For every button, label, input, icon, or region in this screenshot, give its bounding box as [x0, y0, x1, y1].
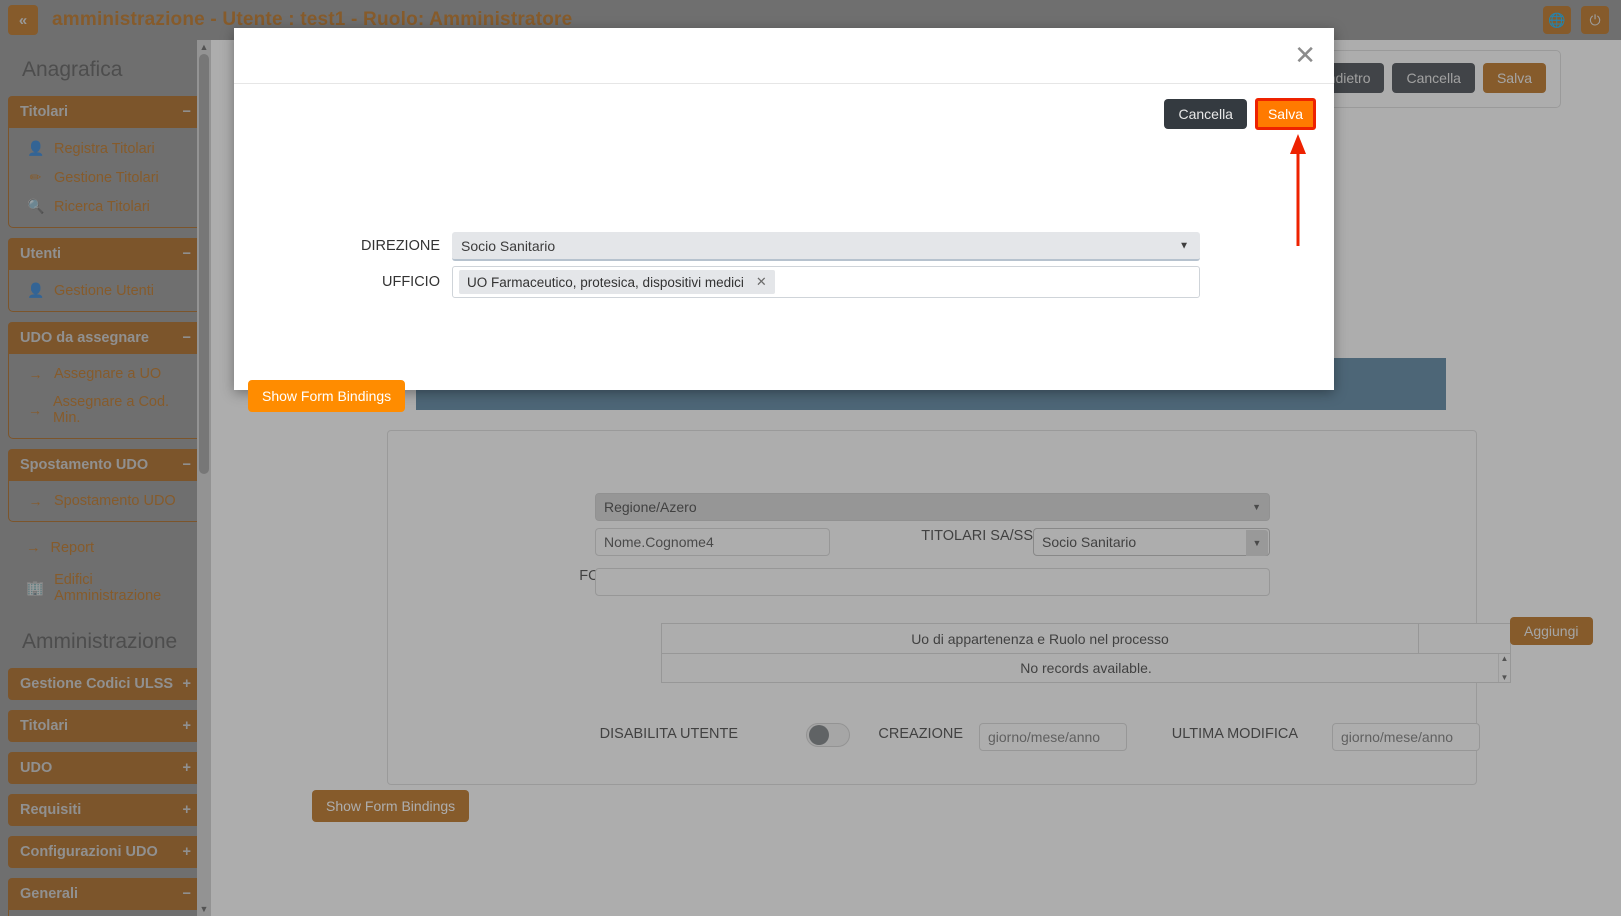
chevron-down-icon: ▼: [1179, 240, 1189, 251]
ufficio-chip-label: UO Farmaceutico, protesica, dispositivi …: [467, 274, 744, 290]
show-form-bindings-button-modal[interactable]: Show Form Bindings: [248, 380, 406, 412]
x-icon[interactable]: ✕: [756, 274, 767, 290]
modal-action-buttons: Cancella Salva: [1164, 98, 1316, 130]
modal-cancel-button[interactable]: Cancella: [1164, 99, 1247, 129]
ufficio-multiselect[interactable]: UO Farmaceutico, protesica, dispositivi …: [452, 266, 1200, 298]
direzione-ufficio-modal: ✕ Cancella Salva DIREZIONE Socio Sanitar…: [234, 28, 1334, 412]
direzione-label: DIREZIONE: [361, 238, 440, 254]
direzione-select[interactable]: Socio Sanitario ▼: [452, 232, 1200, 261]
ufficio-label: UFFICIO: [382, 274, 440, 290]
annotation-arrow-icon: [1290, 134, 1306, 246]
modal-header: ✕: [234, 28, 1334, 84]
direzione-value: Socio Sanitario: [461, 237, 556, 254]
ufficio-chip: UO Farmaceutico, protesica, dispositivi …: [459, 270, 775, 294]
modal-save-button[interactable]: Salva: [1254, 98, 1316, 130]
close-icon[interactable]: ✕: [1294, 42, 1316, 68]
